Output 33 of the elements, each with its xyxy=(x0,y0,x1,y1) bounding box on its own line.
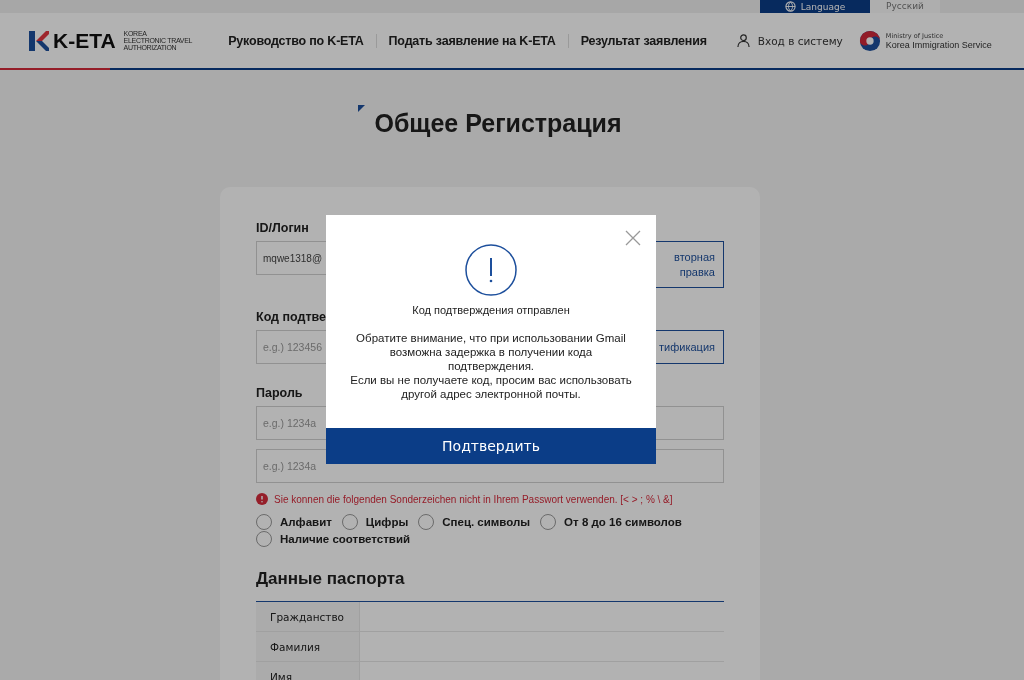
nav-link[interactable]: Подать заявление на K-ETA xyxy=(375,33,568,48)
requirement-label: Цифры xyxy=(365,516,409,528)
k-logo-icon xyxy=(29,30,49,51)
emblem-icon xyxy=(858,29,881,52)
language-button[interactable]: Language xyxy=(760,0,870,13)
login-link[interactable]: Вход в систему xyxy=(736,34,843,47)
field-label: Код подтве xyxy=(256,310,327,324)
service-name: Korea Immigration Service xyxy=(885,39,992,50)
table-header-cell: Имя xyxy=(256,662,360,680)
person-icon xyxy=(736,34,750,47)
error-icon xyxy=(256,493,268,505)
confirm-button[interactable]: Подтвердить xyxy=(326,428,656,464)
requirement-label: Спец. символы xyxy=(442,516,531,528)
section-heading: Данные паспорта xyxy=(256,569,406,589)
requirement-label: Наличие соответствий xyxy=(280,533,411,545)
table-header-cell: Гражданство xyxy=(256,602,360,631)
nav-link[interactable]: Результат заявления xyxy=(567,33,719,48)
error-message: Sie konnen die folgenden Sonderzeichen nicht in Ihrem Passwort verwenden. [< > ; % \ &] xyxy=(274,493,673,505)
dialog-title: Код подтверждения отправлен xyxy=(412,304,570,316)
requirement-label: От 8 до 16 символов xyxy=(564,516,682,528)
nav-link[interactable]: Руководство по K-ETA xyxy=(216,33,376,48)
dialog-message: Обратите внимание, что при использовании Gmail возможна задержка в получении кода подтверждения. xyxy=(355,331,627,373)
logo-text: K-ETA xyxy=(53,28,116,53)
alert-icon xyxy=(465,244,517,296)
field-label: Пароль xyxy=(256,386,303,400)
corner-mark-icon xyxy=(358,105,366,112)
page-title: Общее Регистрация xyxy=(358,109,622,138)
field-label: ID/Логин xyxy=(256,221,309,235)
dialog-message: Если вы не получаете код, просим вас использовать другой адрес электронной почты. xyxy=(350,373,632,401)
requirement-label: Алфавит xyxy=(280,516,332,528)
current-language[interactable]: Русский xyxy=(870,0,940,13)
close-icon[interactable] xyxy=(625,230,641,246)
table-header-cell: Фамилия xyxy=(256,632,360,661)
